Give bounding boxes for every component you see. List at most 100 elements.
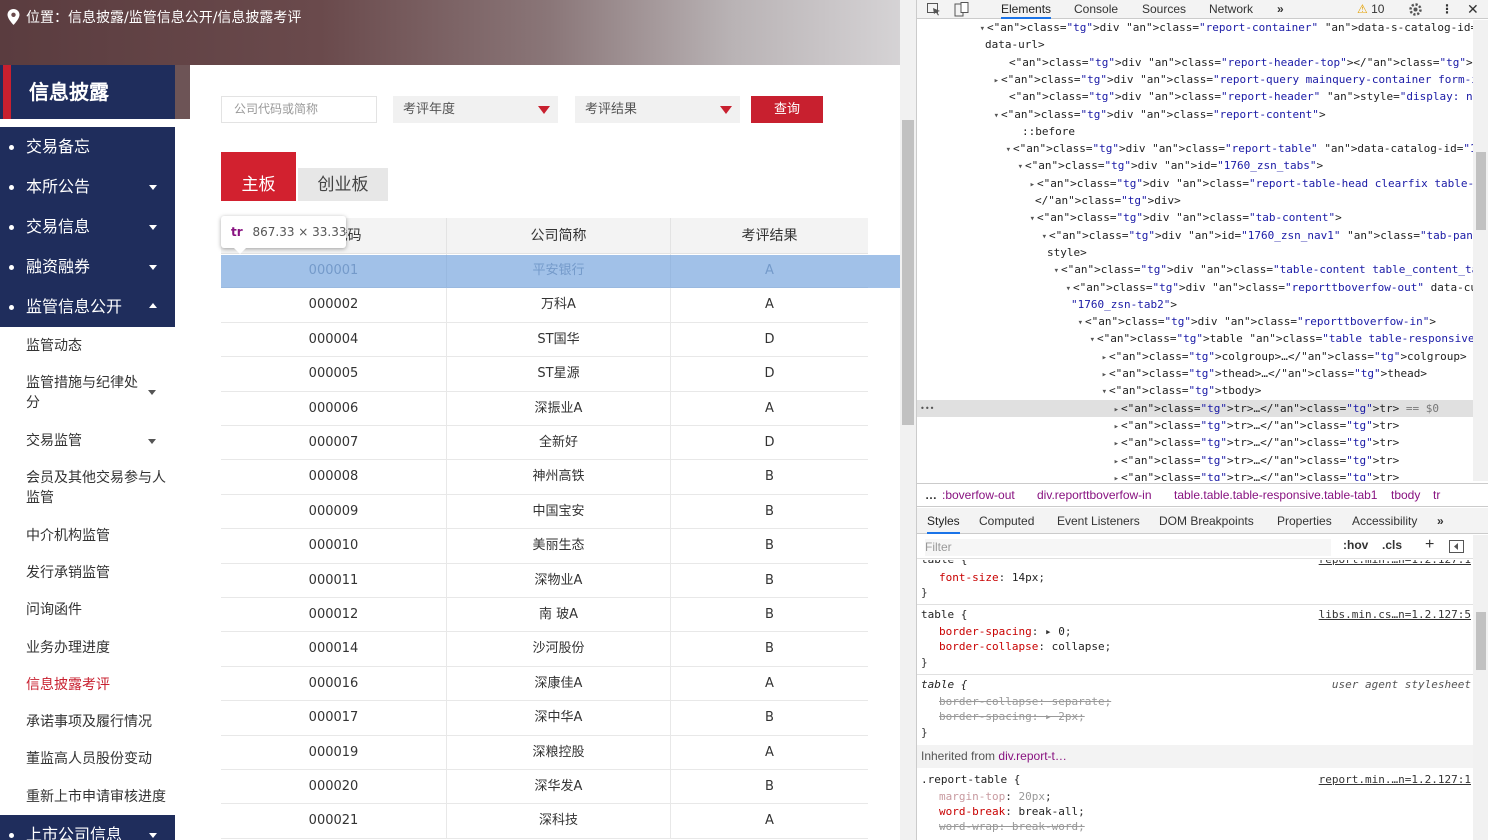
year-select-value: 考评年度 [403, 102, 456, 117]
tab-sources[interactable]: Sources [1142, 0, 1186, 19]
tab-accessibility[interactable]: Accessibility [1352, 508, 1417, 534]
dom-node-line[interactable]: ▸ <"an">class="tg">div "an">class="report… [917, 175, 1473, 192]
dom-node-line[interactable]: ▸ <"an">class="tg">colgroup>…</"an">class… [917, 348, 1467, 365]
new-rule-icon[interactable]: + [1425, 536, 1434, 554]
subnav-item[interactable]: 董监高人员股份变动 [26, 749, 174, 769]
nav-item-trading-info[interactable]: 交易信息 [0, 207, 175, 247]
bullet-icon [9, 145, 14, 150]
dom-node-line[interactable]: ▸ <"an">class="tg">tr>…</"an">class="tg">… [917, 469, 1400, 481]
css-source-link[interactable]: libs.min.cs…n=1.2.127:5 [1319, 607, 1471, 622]
toggle-sidebar-icon[interactable] [1449, 540, 1464, 553]
subnav-item[interactable]: 发行承销监管 [26, 563, 174, 583]
breadcrumb-item[interactable]: tbody [1391, 484, 1420, 506]
elements-scrollbar[interactable] [1473, 20, 1488, 481]
tab-styles[interactable]: Styles [927, 508, 960, 534]
dom-node-line[interactable]: ▸ <"an">class="tg">thead>…</"an">class="t… [917, 365, 1427, 382]
dom-node-line[interactable]: ▸ <"an">class="tg">div "an">class="report… [917, 71, 1473, 88]
dom-node-line[interactable]: ▾ <"an">class="tg">table "an">class="tabl… [917, 330, 1473, 347]
dom-node-line[interactable]: </"an">class="tg">div> [917, 192, 1181, 209]
dom-node-line[interactable]: ▸ <"an">class="tg">tr>…</"an">class="tg">… [917, 452, 1400, 469]
close-icon[interactable]: ✕ [1467, 0, 1479, 19]
inherited-ref-link[interactable]: div.report-t… [998, 749, 1066, 763]
nav-item-listed-company-info[interactable]: 上市公司信息 [0, 815, 175, 840]
css-declaration-overridden: border-collapse: separate; [939, 695, 1112, 708]
styles-scrollbar[interactable] [1473, 535, 1488, 840]
css-source-link[interactable]: report.min.…n=1.2.127:1 [1319, 560, 1471, 567]
dom-node-line[interactable]: ▾ <"an">class="tg">div "an">class="table-… [917, 261, 1473, 278]
tab-network[interactable]: Network [1209, 0, 1253, 19]
year-select[interactable]: 考评年度 [393, 96, 558, 123]
subnav-item[interactable]: 承诺事项及履行情况 [26, 712, 174, 732]
tab-event-listeners[interactable]: Event Listeners [1057, 508, 1140, 534]
dom-node-line[interactable]: ▾ <"an">class="tg">div "an">class="report… [917, 106, 1326, 123]
subnav-item[interactable]: 中介机构监管 [26, 526, 174, 546]
subnav-item[interactable]: 会员及其他交易参与人监管 [26, 468, 174, 508]
dom-node-line[interactable]: ▾ <"an">class="tg">div "an">class="report… [917, 313, 1436, 330]
result-select[interactable]: 考评结果 [575, 96, 740, 123]
cls-toggle[interactable]: .cls [1382, 538, 1402, 552]
breadcrumb-item[interactable]: :boverfow-out [942, 484, 1015, 506]
cell-company-code: 000008 [221, 460, 447, 495]
settings-gear-icon[interactable] [1408, 2, 1423, 17]
subnav-item[interactable]: 监管措施与纪律处分 [26, 373, 146, 413]
dom-node-line[interactable]: <"an">class="tg">div "an">class="report-… [917, 88, 1473, 105]
tab-dom-breakpoints[interactable]: DOM Breakpoints [1159, 508, 1254, 534]
query-button[interactable]: 查询 [751, 96, 823, 123]
nav-item-margin-trading[interactable]: 融资融券 [0, 247, 175, 287]
elements-scrollbar-thumb[interactable] [1476, 152, 1486, 230]
hov-toggle[interactable]: :hov [1343, 538, 1368, 552]
table-row: 000005 ST星源 D [221, 357, 868, 392]
page-scrollbar-thumb[interactable] [902, 120, 914, 425]
inspect-element-icon[interactable] [927, 3, 941, 16]
tab-console[interactable]: Console [1074, 0, 1118, 19]
styles-pane: table { report.min.…n=1.2.127:1 font-siz… [917, 560, 1473, 840]
subnav-item-trading-supervision[interactable]: 交易监管 [26, 431, 174, 451]
kebab-menu-icon[interactable]: ⋮ [1441, 0, 1453, 19]
dom-node-line[interactable]: ▾ <"an">class="tg">div "an">class="report… [917, 20, 1473, 36]
more-tabs-icon[interactable]: » [1277, 0, 1284, 19]
tab-elements[interactable]: Elements [1001, 0, 1052, 19]
cell-company-name: 中国宝安 [447, 494, 671, 530]
breadcrumb-item[interactable]: tr [1433, 484, 1440, 506]
subnav-item-active[interactable]: 信息披露考评 [26, 675, 174, 695]
dom-node-line[interactable]: ▾ <"an">class="tg">tbody> [917, 382, 1262, 399]
subnav-item[interactable]: 重新上市申请审核进度 [26, 787, 174, 807]
bullet-icon [9, 833, 14, 838]
dom-node-line[interactable]: ▸ <"an">class="tg">tr>…</"an">class="tg">… [917, 417, 1400, 434]
cell-company-name: 深科技 [447, 804, 671, 839]
dom-node-line[interactable]: style> [917, 244, 1087, 261]
breadcrumb-item[interactable]: table.table.table-responsive.table-tab1 [1174, 484, 1377, 506]
dropdown-triangle-icon [720, 106, 732, 114]
dom-node-line[interactable]: ▾ <"an">class="tg">div "an">class="report… [917, 140, 1473, 157]
subnav-item[interactable]: 业务办理进度 [26, 638, 174, 658]
nav-item-exchange-notices[interactable]: 本所公告 [0, 167, 175, 207]
nav-item-regulatory-disclosure[interactable]: 监管信息公开 [0, 287, 175, 327]
css-source-link[interactable]: report.min.…n=1.2.127:1 [1319, 772, 1471, 787]
dom-node-line[interactable]: ::before [917, 123, 1075, 140]
dom-node-line[interactable]: <"an">class="tg">div "an">class="report-… [917, 54, 1473, 71]
nav-item-trading-memo[interactable]: 交易备忘 [0, 127, 175, 167]
styles-scrollbar-thumb[interactable] [1476, 612, 1486, 670]
warnings-badge[interactable]: ⚠ 10 [1357, 0, 1384, 19]
breadcrumb-item[interactable]: div.reporttboverfow-in [1037, 484, 1152, 506]
tab-chinext[interactable]: 创业板 [298, 168, 388, 201]
dom-node-line[interactable]: ▾ <"an">class="tg">div "an">id="1760_zsn_… [917, 227, 1473, 244]
breadcrumb-more[interactable]: … [925, 484, 937, 506]
dom-node-line[interactable]: ▾ <"an">class="tg">div "an">class="tab-co… [917, 209, 1342, 226]
more-subtabs-icon[interactable]: » [1437, 508, 1444, 534]
tab-main-board[interactable]: 主板 [221, 152, 296, 201]
tab-properties[interactable]: Properties [1277, 508, 1332, 534]
node-options-icon[interactable]: ••• [920, 400, 934, 417]
device-toolbar-icon[interactable] [954, 2, 969, 17]
company-search-input[interactable]: 公司代码或简称 [221, 96, 377, 123]
dom-node-line[interactable]: ▸ <"an">class="tg">tr>…</"an">class="tg">… [917, 434, 1400, 451]
subnav-item[interactable]: 问询函件 [26, 600, 174, 620]
dom-node-line[interactable]: ▾ <"an">class="tg">div "an">id="1760_zsn_… [917, 157, 1324, 174]
tab-computed[interactable]: Computed [979, 508, 1034, 534]
dom-node-selected[interactable]: ▸ <"an">class="tg">tr>…</"an">class="tg">… [917, 399, 1473, 417]
styles-filter-input[interactable]: Filter [925, 539, 1331, 556]
dom-node-line[interactable]: "1760_zsn-tab2"> [917, 296, 1177, 313]
dom-node-line[interactable]: data-url> [917, 36, 1045, 53]
dom-node-line[interactable]: ▾ <"an">class="tg">div "an">class="report… [917, 279, 1473, 296]
subnav-item[interactable]: 监管动态 [26, 336, 174, 356]
